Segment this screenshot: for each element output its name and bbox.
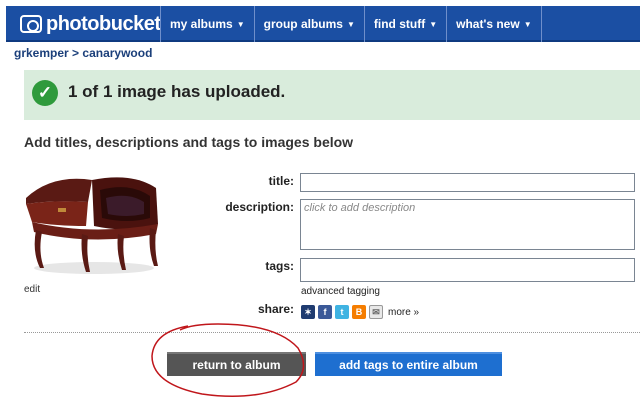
- nav-label: what's new: [456, 17, 520, 31]
- breadcrumb-user-link[interactable]: grkemper: [14, 46, 69, 60]
- return-to-album-button[interactable]: return to album: [167, 352, 306, 376]
- nav-label: group albums: [263, 17, 343, 31]
- edit-image-link[interactable]: edit: [24, 284, 40, 295]
- title-label: title:: [268, 174, 294, 188]
- description-field[interactable]: [300, 199, 635, 250]
- caret-down-icon: ▼: [236, 19, 245, 29]
- twitter-icon[interactable]: t: [335, 305, 349, 319]
- main-nav: my albums ▼ group albums ▼ find stuff ▼ wha…: [160, 6, 542, 42]
- logo-text: photobucket: [46, 12, 161, 35]
- title-input[interactable]: [300, 173, 635, 192]
- uploaded-image-thumbnail[interactable]: [22, 168, 164, 280]
- share-label: share:: [257, 302, 294, 316]
- top-navigation-bar: photobucket my albums ▼ group albums ▼ fin…: [6, 6, 640, 42]
- share-more-link[interactable]: more »: [388, 307, 419, 318]
- breadcrumb: grkemper > canarywood: [14, 46, 152, 60]
- nav-find-stuff[interactable]: find stuff ▼: [363, 6, 446, 42]
- tags-input[interactable]: [300, 258, 635, 282]
- blogger-icon[interactable]: B: [352, 305, 366, 319]
- description-label: description:: [225, 200, 294, 214]
- add-tags-to-entire-album-button[interactable]: add tags to entire album: [315, 352, 502, 376]
- email-icon[interactable]: ✉: [369, 305, 383, 319]
- tags-label: tags:: [265, 259, 294, 273]
- caret-down-icon: ▼: [429, 19, 438, 29]
- nav-label: my albums: [170, 17, 233, 31]
- camera-logo-icon: [20, 15, 42, 33]
- nav-whats-new[interactable]: what's new ▼: [446, 6, 542, 42]
- facebook-icon[interactable]: f: [318, 305, 332, 319]
- caret-down-icon: ▼: [346, 19, 355, 29]
- myspace-icon[interactable]: ✶: [301, 305, 315, 319]
- nav-label: find stuff: [373, 17, 426, 31]
- nav-group-albums[interactable]: group albums ▼: [253, 6, 364, 42]
- advanced-tagging-link[interactable]: advanced tagging: [301, 286, 380, 297]
- breadcrumb-album-link[interactable]: canarywood: [82, 46, 152, 60]
- caret-down-icon: ▼: [523, 19, 532, 29]
- photobucket-logo[interactable]: photobucket: [20, 12, 161, 36]
- divider: [24, 332, 640, 333]
- share-icons: ✶ f t B ✉ more »: [301, 305, 419, 319]
- nav-my-albums[interactable]: my albums ▼: [160, 6, 254, 42]
- instructions-heading: Add titles, descriptions and tags to ima…: [24, 134, 354, 150]
- checkmark-icon: ✓: [32, 80, 58, 106]
- upload-status-message: 1 of 1 image has uploaded.: [68, 82, 286, 101]
- upload-success-banner: ✓ 1 of 1 image has uploaded.: [24, 70, 640, 120]
- breadcrumb-separator: >: [72, 46, 80, 60]
